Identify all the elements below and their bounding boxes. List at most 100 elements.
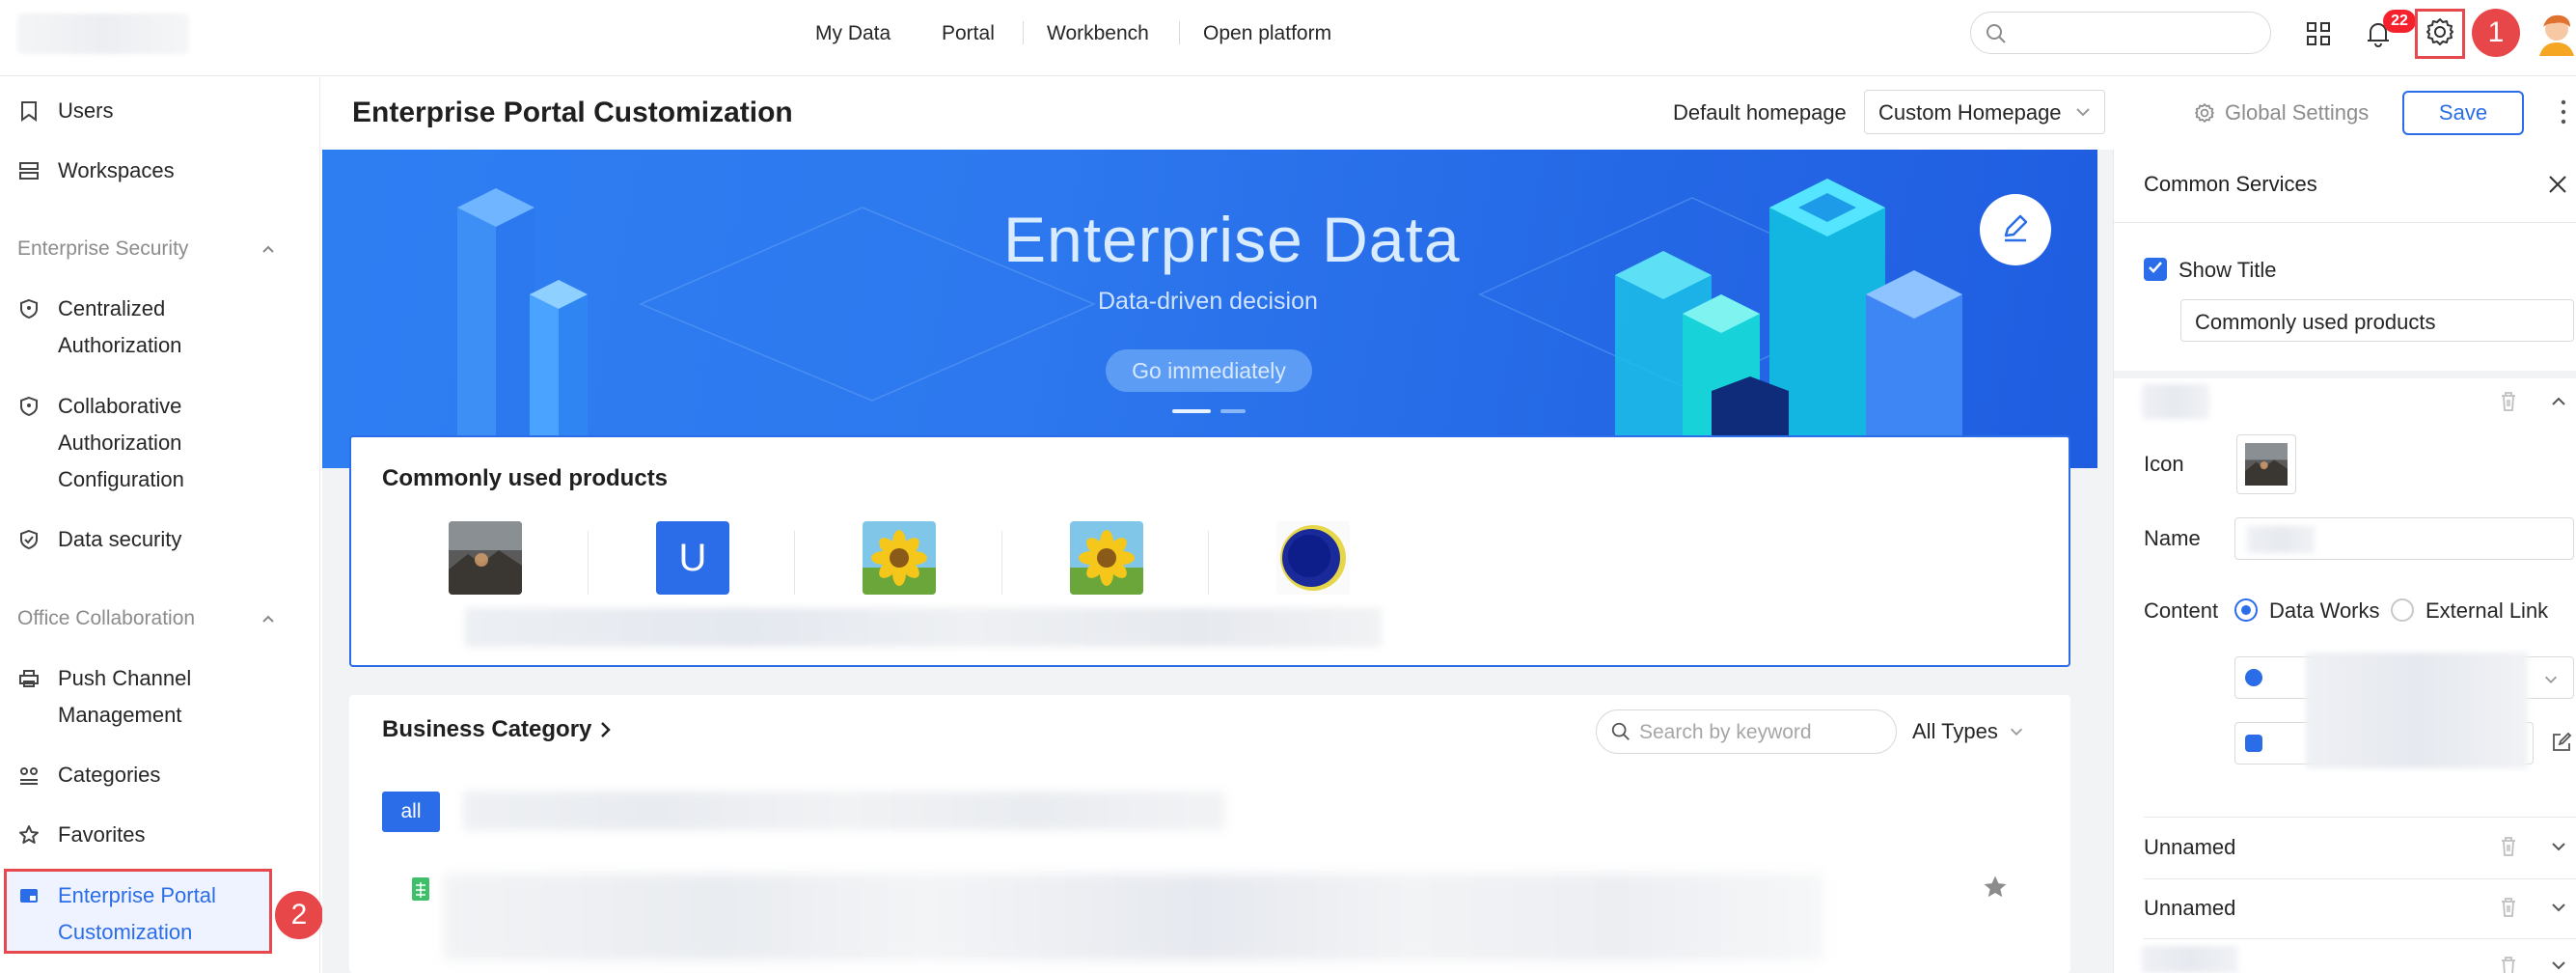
trash-icon[interactable]	[2499, 897, 2518, 918]
service-item-name[interactable]: Unnamed	[2144, 835, 2235, 860]
sidebar-item-workspaces[interactable]: Workspaces	[17, 153, 175, 189]
sidebar-section-office-collaboration[interactable]: Office Collaboration	[17, 604, 195, 633]
portal-icon	[17, 877, 41, 914]
gear-icon	[2194, 102, 2215, 124]
printer-icon	[17, 660, 41, 697]
divider	[2114, 222, 2576, 223]
service-item-name-blurred	[2142, 384, 2209, 419]
name-input[interactable]	[2234, 517, 2574, 560]
chevron-up-icon[interactable]	[259, 609, 278, 628]
sidebar-item-label: Authorization	[58, 333, 182, 357]
nav-open-platform[interactable]: Open platform	[1203, 19, 1331, 48]
trash-icon[interactable]	[2499, 836, 2518, 857]
chevron-up-icon[interactable]	[259, 239, 278, 259]
edit-banner-button[interactable]	[1980, 194, 2051, 265]
sidebar-item-label: Collaborative	[58, 394, 182, 418]
global-settings-button[interactable]: Global Settings	[2194, 100, 2369, 125]
go-immediately-button[interactable]: Go immediately	[1106, 349, 1312, 392]
sidebar-item-enterprise-portal[interactable]: Enterprise Portal Customization	[17, 877, 216, 951]
sidebar-item-label: Data security	[58, 527, 182, 551]
sidebar-section-enterprise-security[interactable]: Enterprise Security	[17, 235, 188, 264]
chevron-down-icon	[2073, 102, 2093, 127]
panel-title: Common Services	[2144, 172, 2317, 196]
save-button[interactable]: Save	[2402, 91, 2524, 135]
product-item[interactable]	[1276, 521, 1350, 595]
more-vertical-icon[interactable]	[2559, 97, 2568, 127]
section-divider	[2114, 371, 2576, 378]
shield-icon	[17, 291, 41, 327]
categories-icon	[17, 757, 41, 793]
divider	[2144, 817, 2576, 818]
product-item[interactable]	[863, 521, 936, 595]
default-homepage-value: Custom Homepage	[1878, 100, 2062, 125]
divider	[1208, 531, 1209, 595]
carousel-dot[interactable]	[1220, 409, 1246, 413]
object-type-icon	[2245, 735, 2262, 752]
divider	[2144, 878, 2576, 879]
sidebar-item-label: Enterprise Portal	[58, 883, 216, 907]
apps-grid-icon[interactable]	[2302, 17, 2335, 50]
show-title-checkbox[interactable]	[2144, 258, 2167, 281]
photo-dark-icon	[2245, 443, 2288, 489]
business-category-header[interactable]: Business Category	[382, 716, 613, 743]
star-icon	[17, 817, 41, 853]
service-item-name[interactable]: Unnamed	[2144, 896, 2235, 921]
content-label: Content	[2144, 598, 2219, 623]
sidebar-item-categories[interactable]: Categories	[17, 757, 160, 793]
trash-icon[interactable]	[2499, 956, 2518, 973]
global-search-input[interactable]	[1970, 12, 2271, 54]
icon-label: Icon	[2144, 452, 2184, 476]
content-radio-external-link[interactable]	[2391, 598, 2414, 622]
sidebar-item-label: Categories	[58, 763, 161, 787]
nav-portal[interactable]: Portal	[942, 19, 995, 48]
nav-my-data[interactable]: My Data	[815, 19, 891, 48]
icon-picker[interactable]	[2236, 434, 2296, 494]
chevron-up-icon[interactable]	[2549, 392, 2568, 411]
product-item[interactable]	[1070, 521, 1143, 595]
title-input[interactable]: Commonly used products	[2180, 299, 2574, 342]
nav-divider	[1179, 21, 1180, 44]
nav-workbench[interactable]: Workbench	[1047, 19, 1149, 48]
sidebar-item-centralized-authorization[interactable]: Centralized Authorization	[17, 291, 181, 364]
logo[interactable]	[17, 14, 189, 54]
type-filter-select[interactable]: All Types	[1912, 719, 2025, 744]
content-option-label: Data Works	[2269, 598, 2380, 623]
bookmark-icon	[17, 93, 41, 129]
chevron-down-icon	[2542, 669, 2560, 694]
settings-highlight[interactable]	[2415, 9, 2465, 59]
keyword-search-input[interactable]: Search by keyword	[1596, 709, 1897, 754]
pencil-icon	[1996, 208, 2035, 252]
sidebar-item-favorites[interactable]: Favorites	[17, 817, 145, 853]
default-homepage-select[interactable]: Custom Homepage	[1864, 90, 2105, 134]
checkmark-icon	[2147, 259, 2164, 281]
title-input-value: Commonly used products	[2195, 310, 2436, 334]
sidebar-item-label: Authorization	[58, 431, 182, 455]
trash-icon[interactable]	[2499, 391, 2518, 412]
carousel-dot-active[interactable]	[1172, 409, 1211, 413]
product-item[interactable]: U	[656, 521, 729, 595]
avatar[interactable]	[2535, 12, 2576, 56]
close-icon[interactable]	[2547, 174, 2568, 195]
sidebar-item-label: Users	[58, 98, 114, 123]
sidebar-item-data-security[interactable]: Data security	[17, 521, 181, 558]
edit-icon[interactable]	[2551, 732, 2572, 753]
category-tab-all[interactable]: all	[382, 792, 440, 832]
divider	[588, 531, 589, 595]
photo-dark-icon	[449, 521, 522, 595]
chevron-down-icon[interactable]	[2549, 898, 2568, 917]
chevron-down-icon[interactable]	[2549, 837, 2568, 856]
blue-circle-icon	[1276, 521, 1350, 595]
sidebar-item-push-channel[interactable]: Push Channel Management	[17, 660, 191, 734]
product-item[interactable]	[449, 521, 522, 595]
name-input-blurred	[2247, 526, 2315, 553]
sidebar-item-users[interactable]: Users	[17, 93, 113, 129]
sidebar-item-collaborative-authorization[interactable]: Collaborative Authorization Configuration	[17, 388, 184, 498]
name-label: Name	[2144, 526, 2201, 550]
star-filled-icon[interactable]	[1982, 874, 2009, 901]
content-radio-data-works[interactable]	[2234, 598, 2258, 622]
global-settings-label: Global Settings	[2225, 100, 2370, 125]
chevron-down-icon[interactable]	[2549, 956, 2568, 973]
notification-badge: 22	[2383, 10, 2416, 33]
search-placeholder: Search by keyword	[1639, 721, 1812, 743]
banner-title: Enterprise Data	[1003, 204, 1461, 275]
